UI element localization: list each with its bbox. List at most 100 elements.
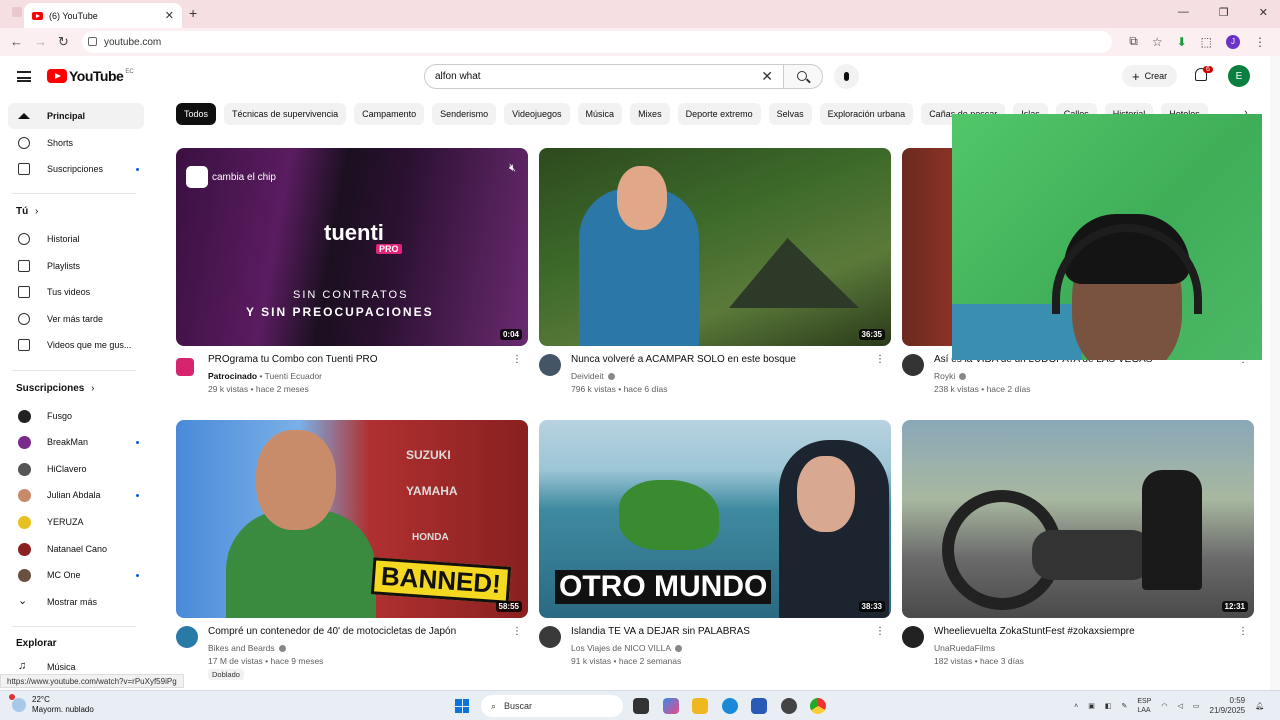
- more-actions-icon[interactable]: ⋮: [512, 626, 522, 637]
- channel-avatar[interactable]: [902, 626, 924, 648]
- more-actions-icon[interactable]: ⋮: [875, 354, 885, 365]
- tray-chevron-icon[interactable]: ˄: [1074, 703, 1078, 710]
- sidebar-sub-item[interactable]: YERUZA: [8, 509, 144, 535]
- chip[interactable]: Todos: [176, 103, 217, 125]
- more-actions-icon[interactable]: ⋮: [1238, 626, 1248, 637]
- video-card[interactable]: cambia el chip 🔇︎ tuenti PRO SIN CONTRAT…: [176, 148, 528, 406]
- search-button[interactable]: [783, 64, 823, 89]
- create-button[interactable]: + Crear: [1122, 65, 1178, 87]
- site-info-icon[interactable]: [88, 37, 97, 46]
- video-title[interactable]: Compré un contenedor de 40' de motocicle…: [208, 626, 508, 637]
- url-field[interactable]: youtube.com: [82, 31, 1112, 53]
- reload-icon[interactable]: ↻: [58, 34, 69, 50]
- chip[interactable]: Campamento: [354, 103, 425, 125]
- chip[interactable]: Técnicas de supervivencia: [224, 103, 347, 125]
- sidebar-item-suscripciones[interactable]: Suscripciones: [8, 156, 144, 182]
- sidebar-sub-item[interactable]: Julian Abdala: [8, 482, 144, 508]
- video-card[interactable]: 36:35 Nunca volveré a ACAMPAR SOLO en es…: [539, 148, 891, 406]
- video-thumbnail[interactable]: 36:35: [539, 148, 891, 346]
- chip[interactable]: Mixes: [630, 103, 670, 125]
- more-actions-icon[interactable]: ⋮: [512, 354, 522, 365]
- start-icon[interactable]: [455, 699, 469, 713]
- tab-search-icon[interactable]: [12, 7, 22, 17]
- window-close-icon[interactable]: ✕: [1259, 6, 1268, 19]
- channel-name[interactable]: Bikes and Beards: [208, 643, 286, 653]
- user-avatar[interactable]: E: [1228, 65, 1250, 87]
- sidebar-sub-item[interactable]: Fusgo: [8, 403, 144, 429]
- channel-avatar[interactable]: [176, 358, 194, 376]
- volume-icon[interactable]: ◁: [1178, 702, 1183, 710]
- browser-menu-icon[interactable]: ⋮: [1254, 35, 1266, 49]
- tab-close-icon[interactable]: ✕: [165, 9, 174, 22]
- sidebar-item-liked[interactable]: Videos que me gus...: [8, 332, 144, 358]
- wifi-icon[interactable]: ◠: [1161, 702, 1167, 710]
- file-explorer-icon[interactable]: [692, 698, 708, 714]
- channel-name[interactable]: Patrocinado • Tuenti Ecuador: [208, 371, 322, 381]
- video-card[interactable]: SUZUKI YAMAHA HONDA BANNED! 58:55 Compré…: [176, 420, 528, 680]
- sidebar-sub-item[interactable]: BreakMan: [8, 429, 144, 455]
- sidebar-item-shorts[interactable]: Shorts: [8, 130, 144, 156]
- chip[interactable]: Senderismo: [432, 103, 497, 125]
- search-input[interactable]: alfon what ✕: [424, 64, 784, 89]
- channel-avatar[interactable]: [902, 354, 924, 376]
- tray-app-icon[interactable]: ▣: [1088, 702, 1095, 710]
- more-actions-icon[interactable]: ⋮: [875, 626, 885, 637]
- channel-avatar[interactable]: [539, 354, 561, 376]
- video-title[interactable]: Wheelievuelta ZokaStuntFest #zokaxsiempr…: [934, 626, 1234, 637]
- video-title[interactable]: Nunca volveré a ACAMPAR SOLO en este bos…: [571, 354, 871, 365]
- sidebar-item-principal[interactable]: Principal: [8, 103, 144, 129]
- store-icon[interactable]: [751, 698, 767, 714]
- tray-app-icon[interactable]: ◧: [1105, 702, 1112, 710]
- subs-heading[interactable]: Suscripciones ›: [16, 383, 94, 394]
- video-title[interactable]: Islandia TE VA a DEJAR sin PALABRAS: [571, 626, 871, 637]
- tray-app-icon[interactable]: ✎: [1122, 702, 1128, 710]
- taskbar-search[interactable]: ⌕ Buscar: [481, 695, 623, 717]
- task-view-icon[interactable]: [633, 698, 649, 714]
- channel-name[interactable]: Royki: [934, 371, 967, 381]
- clock[interactable]: 0:59 21/9/2025: [1210, 696, 1246, 716]
- bookmark-star-icon[interactable]: ☆: [1152, 35, 1163, 49]
- channel-name[interactable]: Los Viajes de NICO VILLA: [571, 643, 683, 653]
- chip[interactable]: Videojuegos: [504, 103, 570, 125]
- youtube-logo[interactable]: YouTube EC: [47, 68, 134, 84]
- channel-avatar[interactable]: [539, 626, 561, 648]
- menu-icon[interactable]: [17, 71, 31, 82]
- sidebar-item-playlists[interactable]: Playlists: [8, 253, 144, 279]
- sidebar-sub-item[interactable]: HiClavero: [8, 456, 144, 482]
- sidebar-item-ver-mas-tarde[interactable]: Ver más tarde: [8, 306, 144, 332]
- you-heading[interactable]: Tú ›: [16, 206, 38, 217]
- sidebar-item-historial[interactable]: Historial: [8, 226, 144, 252]
- minimize-icon[interactable]: —: [1178, 6, 1189, 19]
- install-icon[interactable]: ⧉: [1129, 34, 1138, 49]
- weather-widget[interactable]: 22°C Mayorm. nublado: [9, 694, 94, 715]
- video-title[interactable]: PROgrama tu Combo con Tuenti PRO: [208, 354, 508, 365]
- browser-profile-avatar[interactable]: J: [1226, 34, 1240, 49]
- video-thumbnail[interactable]: cambia el chip 🔇︎ tuenti PRO SIN CONTRAT…: [176, 148, 528, 346]
- extensions-icon[interactable]: ⬚: [1201, 35, 1212, 49]
- show-more-button[interactable]: ⌄ Mostrar más: [8, 589, 144, 615]
- language-indicator[interactable]: ESP LAA: [1137, 697, 1151, 715]
- mute-icon[interactable]: 🔇︎: [509, 162, 516, 175]
- maximize-icon[interactable]: ❐: [1219, 6, 1229, 19]
- copilot-icon[interactable]: [663, 698, 679, 714]
- chip[interactable]: Selvas: [768, 103, 812, 125]
- video-card[interactable]: OTRO MUNDO 38:33 Islandia TE VA a DEJAR …: [539, 420, 891, 678]
- video-card[interactable]: 12:31 Wheelievuelta ZokaStuntFest #zokax…: [902, 420, 1254, 678]
- channel-name[interactable]: UnaRuedaFilms: [934, 643, 995, 653]
- channel-avatar[interactable]: [176, 626, 198, 648]
- back-icon[interactable]: ←: [10, 34, 23, 49]
- clear-search-icon[interactable]: ✕: [761, 68, 773, 85]
- sidebar-sub-item[interactable]: Natanael Cano: [8, 536, 144, 562]
- new-tab-icon[interactable]: +: [189, 5, 197, 21]
- chip[interactable]: Exploración urbana: [819, 103, 914, 125]
- sidebar-sub-item[interactable]: MC One: [8, 562, 144, 588]
- chrome-icon[interactable]: [810, 698, 826, 714]
- download-icon[interactable]: ⬇: [1177, 35, 1187, 49]
- video-thumbnail[interactable]: OTRO MUNDO 38:33: [539, 420, 891, 618]
- app-icon[interactable]: [781, 698, 797, 714]
- video-thumbnail[interactable]: 12:31: [902, 420, 1254, 618]
- video-thumbnail[interactable]: SUZUKI YAMAHA HONDA BANNED! 58:55: [176, 420, 528, 618]
- chip[interactable]: Deporte extremo: [677, 103, 761, 125]
- chip[interactable]: Música: [577, 103, 623, 125]
- forward-icon[interactable]: →: [34, 34, 47, 49]
